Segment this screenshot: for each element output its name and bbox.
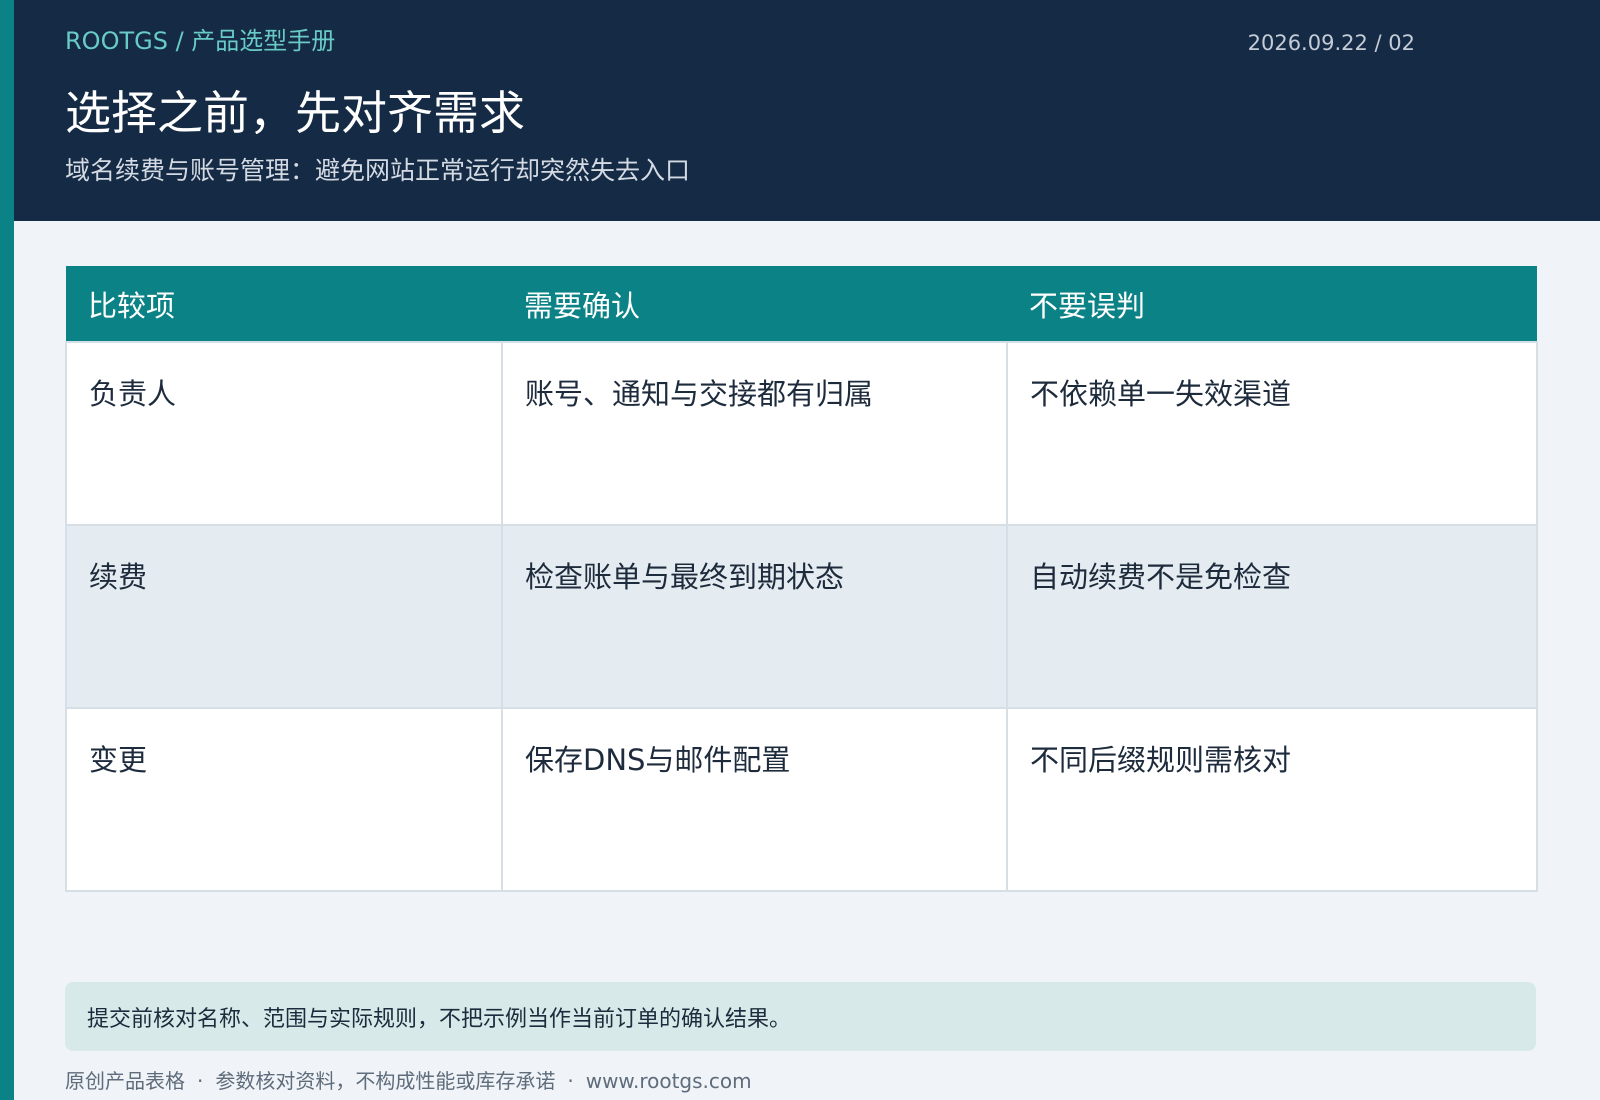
left-accent-bar [0,0,14,1100]
brand-breadcrumb: ROOTGS / 产品选型手册 [65,27,336,55]
table-cell: 账号、通知与交接都有归属 [501,341,1008,526]
verification-note: 提交前核对名称、范围与实际规则，不把示例当作当前订单的确认结果。 [65,982,1536,1051]
table-cell: 负责人 [65,341,503,526]
table-cell: 检查账单与最终到期状态 [501,524,1008,709]
note-text: 提交前核对名称、范围与实际规则，不把示例当作当前订单的确认结果。 [87,1006,792,1032]
footer-label: 原创产品表格 [65,1069,185,1093]
table-cell: 自动续费不是免检查 [1006,524,1538,709]
page-subtitle: 域名续费与账号管理：避免网站正常运行却突然失去入口 [65,156,691,185]
footer-website: www.rootgs.com [585,1069,752,1093]
page-title: 选择之前，先对齐需求 [65,86,525,140]
column-header-confirm: 需要确认 [502,266,1007,342]
table-row: 负责人 账号、通知与交接都有归属 不依赖单一失效渠道 [65,341,1538,526]
table-cell: 不同后缀规则需核对 [1006,707,1538,892]
footer-separator: · [197,1069,204,1093]
table-cell: 保存DNS与邮件配置 [501,707,1008,892]
table-header-row: 比较项 需要确认 不要误判 [66,266,1537,342]
page-header: ROOTGS / 产品选型手册 2026.09.22 / 02 选择之前，先对齐… [14,0,1600,221]
column-header-item: 比较项 [66,266,502,342]
column-header-misjudge: 不要误判 [1007,266,1537,342]
page-footer: 原创产品表格 · 参数核对资料，不构成性能或库存承诺 · www.rootgs.com [65,1071,752,1091]
table-row: 续费 检查账单与最终到期状态 自动续费不是免检查 [65,524,1538,709]
page-date: 2026.09.22 / 02 [1247,31,1415,55]
table-cell: 变更 [65,707,503,892]
table-row: 变更 保存DNS与邮件配置 不同后缀规则需核对 [65,707,1538,892]
table-cell: 续费 [65,524,503,709]
table-cell: 不依赖单一失效渠道 [1006,341,1538,526]
comparison-table: 比较项 需要确认 不要误判 负责人 账号、通知与交接都有归属 不依赖单一失效渠道… [65,266,1538,892]
footer-separator: · [567,1069,574,1093]
footer-disclaimer: 参数核对资料，不构成性能或库存承诺 [215,1069,556,1093]
